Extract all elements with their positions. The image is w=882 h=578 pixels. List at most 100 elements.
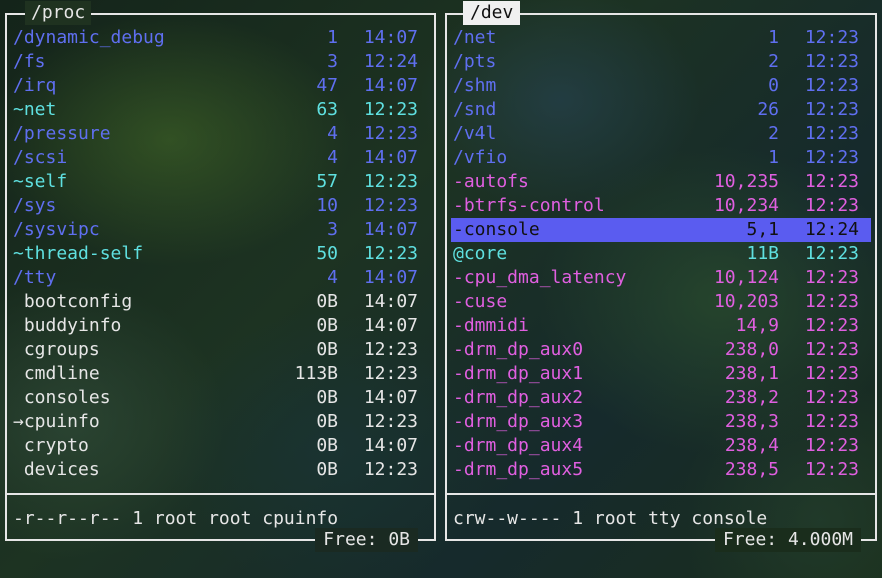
file-row[interactable]: /vfio 1 12:23	[451, 146, 871, 170]
file-row[interactable]: /pts 2 12:23	[451, 50, 871, 74]
file-size: 238,4	[724, 435, 779, 456]
file-row[interactable]: ~thread-self 50 12:23	[11, 242, 430, 266]
left-file-info: -r--r--r-- 1 root root cpuinfo	[13, 508, 339, 529]
left-file-list[interactable]: /dynamic_debug 1 14:07/fs 3 12:24/irq 47 14:07…	[11, 26, 430, 482]
file-time: 12:23	[804, 51, 859, 72]
file-row[interactable]: bootconfig 0B 14:07	[11, 290, 430, 314]
file-row[interactable]: -drm_dp_aux3 238,3 12:23	[451, 410, 871, 434]
file-name: /v4l	[453, 123, 497, 144]
file-row[interactable]: -console 5,1 12:24	[451, 218, 871, 242]
file-time: 12:23	[804, 99, 859, 120]
file-row[interactable]: /shm 0 12:23	[451, 74, 871, 98]
file-size: 3	[327, 51, 338, 72]
file-time: 14:07	[363, 435, 418, 456]
file-row[interactable]: /scsi 4 14:07	[11, 146, 430, 170]
file-name: /scsi	[13, 147, 68, 168]
file-row[interactable]: consoles 0B 14:07	[11, 386, 430, 410]
left-free-space: Free: 0B	[315, 528, 418, 552]
file-name: -drm_dp_aux5	[453, 459, 584, 480]
file-name: ~net	[13, 99, 57, 120]
file-row[interactable]: -drm_dp_aux0 238,0 12:23	[451, 338, 871, 362]
file-time: 14:07	[363, 27, 418, 48]
file-time: 14:07	[363, 147, 418, 168]
right-panel-title[interactable]: /dev	[463, 1, 521, 25]
file-row[interactable]: -drm_dp_aux4 238,4 12:23	[451, 434, 871, 458]
file-name: -drm_dp_aux2	[453, 387, 584, 408]
file-name: cmdline	[13, 363, 100, 384]
file-row[interactable]: -drm_dp_aux1 238,1 12:23	[451, 362, 871, 386]
file-size: 238,3	[724, 411, 779, 432]
file-row[interactable]: cgroups 0B 12:23	[11, 338, 430, 362]
file-row[interactable]: /pressure 4 12:23	[11, 122, 430, 146]
file-row[interactable]: -dmmidi 14,9 12:23	[451, 314, 871, 338]
file-row[interactable]: ~net 63 12:23	[11, 98, 430, 122]
file-row[interactable]: buddyinfo 0B 14:07	[11, 314, 430, 338]
file-name: /shm	[453, 75, 497, 96]
file-row[interactable]: -cpu_dma_latency 10,124 12:23	[451, 266, 871, 290]
file-name: /dynamic_debug	[13, 27, 165, 48]
right-file-list[interactable]: /net 1 12:23/pts 2 12:23/shm 0 12:23/snd 26 12:2…	[451, 26, 871, 482]
file-time: 12:23	[804, 459, 859, 480]
file-time: 14:07	[363, 219, 418, 240]
file-size: 2	[768, 123, 779, 144]
left-panel-title[interactable]: /proc	[25, 1, 92, 25]
file-row[interactable]: -autofs 10,235 12:23	[451, 170, 871, 194]
file-name: -autofs	[453, 171, 529, 192]
file-size: 0	[768, 75, 779, 96]
file-row[interactable]: /tty 4 14:07	[11, 266, 430, 290]
file-row[interactable]: /sys 10 12:23	[11, 194, 430, 218]
file-row[interactable]: /sysvipc 3 14:07	[11, 218, 430, 242]
file-size: 47	[316, 75, 338, 96]
file-name: /sysvipc	[13, 219, 100, 240]
file-row[interactable]: /snd 26 12:23	[451, 98, 871, 122]
file-row[interactable]: -drm_dp_aux2 238,2 12:23	[451, 386, 871, 410]
file-name: -cuse	[453, 291, 508, 312]
file-row[interactable]: @core 11B 12:23	[451, 242, 871, 266]
file-name: /vfio	[453, 147, 508, 168]
file-name: devices	[13, 459, 100, 480]
file-size: 238,0	[724, 339, 779, 360]
file-name: -console	[453, 219, 540, 240]
file-name: buddyinfo	[13, 315, 122, 336]
right-file-panel[interactable]: /dev /net 1 12:23/pts 2 12:23/shm 0 12:23/snd 2…	[445, 1, 877, 552]
left-file-panel[interactable]: /proc /dynamic_debug 1 14:07/fs 3 12:24/irq 4…	[5, 1, 436, 552]
file-row[interactable]: /dynamic_debug 1 14:07	[11, 26, 430, 50]
file-time: 14:07	[363, 315, 418, 336]
file-name: →cpuinfo	[13, 411, 100, 432]
file-name: /fs	[13, 51, 46, 72]
file-size: 10	[316, 195, 338, 216]
file-row[interactable]: ~self 57 12:23	[11, 170, 430, 194]
file-row[interactable]: /fs 3 12:24	[11, 50, 430, 74]
file-size: 0B	[316, 387, 338, 408]
file-time: 12:23	[804, 435, 859, 456]
file-size: 0B	[316, 435, 338, 456]
file-size: 238,1	[724, 363, 779, 384]
file-size: 10,124	[713, 267, 779, 288]
file-row[interactable]: devices 0B 12:23	[11, 458, 430, 482]
file-row[interactable]: /irq 47 14:07	[11, 74, 430, 98]
file-name: /pts	[453, 51, 497, 72]
file-row[interactable]: /v4l 2 12:23	[451, 122, 871, 146]
file-row[interactable]: crypto 0B 14:07	[11, 434, 430, 458]
file-row[interactable]: -drm_dp_aux5 238,5 12:23	[451, 458, 871, 482]
file-row[interactable]: →cpuinfo 0B 12:23	[11, 410, 430, 434]
file-row[interactable]: /net 1 12:23	[451, 26, 871, 50]
file-row[interactable]: -cuse 10,203 12:23	[451, 290, 871, 314]
file-time: 12:23	[363, 243, 418, 264]
file-row[interactable]: -btrfs-control 10,234 12:23	[451, 194, 871, 218]
file-name: /snd	[453, 99, 497, 120]
file-row[interactable]: cmdline 113B 12:23	[11, 362, 430, 386]
file-name: /irq	[13, 75, 57, 96]
file-time: 12:23	[804, 27, 859, 48]
file-name: -dmmidi	[453, 315, 529, 336]
file-name: /tty	[13, 267, 57, 288]
file-size: 0B	[316, 291, 338, 312]
file-size: 10,235	[713, 171, 779, 192]
file-time: 12:23	[804, 315, 859, 336]
file-time: 14:07	[363, 291, 418, 312]
file-time: 12:23	[804, 243, 859, 264]
file-size: 1	[768, 27, 779, 48]
file-name: -drm_dp_aux3	[453, 411, 584, 432]
file-name: /net	[453, 27, 497, 48]
file-size: 238,2	[724, 387, 779, 408]
